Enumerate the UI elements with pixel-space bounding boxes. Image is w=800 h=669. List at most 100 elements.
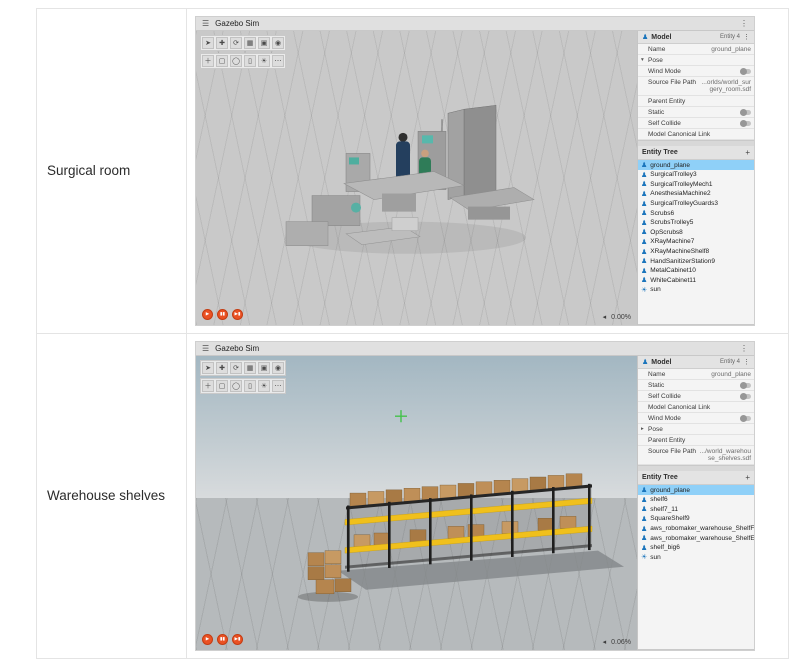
toolbar-row-shapes: ＋▢◯▯☀⋯ xyxy=(200,53,286,69)
toggle-switch[interactable] xyxy=(740,383,751,388)
add-shape-icon[interactable]: ＋ xyxy=(202,380,214,392)
property-row[interactable]: Parent Entity xyxy=(638,435,754,446)
chevron-left-icon[interactable]: ◂ xyxy=(603,638,607,646)
entity-tree-item[interactable]: ♟ XRayMachine7 xyxy=(638,237,754,247)
snap-grid-icon[interactable]: ▦ xyxy=(244,362,256,374)
rtf-value: 0.06% xyxy=(611,639,631,646)
entity-tree-item[interactable]: ♟ WhiteCabinet11 xyxy=(638,276,754,286)
entity-tree-title: Entity Tree xyxy=(642,474,678,481)
kebab-menu-icon[interactable]: ⋮ xyxy=(740,344,748,353)
pause-button[interactable]: ▮▮ xyxy=(217,634,228,645)
select-tool-icon[interactable]: ➤ xyxy=(202,37,214,49)
cylinder-shape-icon[interactable]: ▯ xyxy=(244,55,256,67)
property-row[interactable]: Static xyxy=(638,380,754,391)
entity-tree-item[interactable]: ☀ sun xyxy=(638,285,754,295)
property-row[interactable]: Self Collide xyxy=(638,391,754,402)
sphere-shape-icon[interactable]: ◯ xyxy=(230,380,242,392)
property-key: Name xyxy=(648,46,665,53)
kebab-menu-icon[interactable]: ⋮ xyxy=(743,33,750,41)
property-row[interactable]: Name ground_plane xyxy=(638,369,754,380)
property-key: Model Canonical Link xyxy=(648,404,710,411)
entity-tree-item[interactable]: ♟ ground_plane xyxy=(638,485,754,495)
property-row[interactable]: ▾ Pose xyxy=(638,55,754,66)
property-row[interactable]: Name ground_plane xyxy=(638,44,754,55)
entity-tree-item[interactable]: ♟ aws_robomaker_warehouse_ShelfF_013 xyxy=(638,524,754,534)
viewport-3d[interactable]: ➤✚⟳▦▣◉ ＋▢◯▯☀⋯ ▶▮▮▶▮ ◂ 0 xyxy=(196,31,637,325)
step-button[interactable]: ▶▮ xyxy=(232,634,243,645)
entity-tree-item[interactable]: ♟ XRayMachineShelf8 xyxy=(638,247,754,257)
rotate-tool-icon[interactable]: ⟳ xyxy=(230,362,242,374)
model-panel-title: Model xyxy=(651,34,671,41)
toggle-switch[interactable] xyxy=(740,394,751,399)
toggle-switch[interactable] xyxy=(740,110,751,115)
pause-button[interactable]: ▮▮ xyxy=(217,309,228,320)
entity-tree-item[interactable]: ♟ SurgicalTrolleyGuards3 xyxy=(638,199,754,209)
menu-icon[interactable]: ☰ xyxy=(202,19,209,28)
snap-grid-icon[interactable]: ▦ xyxy=(244,37,256,49)
kebab-menu-icon[interactable]: ⋮ xyxy=(743,358,750,366)
play-button[interactable]: ▶ xyxy=(202,309,213,320)
property-row[interactable]: Model Canonical Link xyxy=(638,402,754,413)
property-key: Source File Path xyxy=(648,79,696,86)
box-shape-icon[interactable]: ▢ xyxy=(216,380,228,392)
entity-icon: ♟ xyxy=(641,534,647,542)
video-record-icon[interactable]: ◉ xyxy=(272,362,284,374)
toggle-switch[interactable] xyxy=(740,416,751,421)
entity-tree-item[interactable]: ♟ SurgicalTrolley3 xyxy=(638,170,754,180)
property-row[interactable]: Static xyxy=(638,107,754,118)
more-tools-icon[interactable]: ⋯ xyxy=(272,380,284,392)
entity-tree-item[interactable]: ☀ sun xyxy=(638,553,754,563)
play-button[interactable]: ▶ xyxy=(202,634,213,645)
more-tools-icon[interactable]: ⋯ xyxy=(272,55,284,67)
entity-name: shelf7_11 xyxy=(650,506,678,513)
entity-tree-item[interactable]: ♟ OpScrubs8 xyxy=(638,228,754,238)
window-body: ➤✚⟳▦▣◉ ＋▢◯▯☀⋯ ▶▮▮▶▮ ◂ 0 xyxy=(196,31,754,325)
entity-tree-item[interactable]: ♟ SurgicalTrolleyMech1 xyxy=(638,180,754,190)
entity-tree-item[interactable]: ♟ Scrubs6 xyxy=(638,208,754,218)
entity-tree-item[interactable]: ♟ MetalCabinet10 xyxy=(638,266,754,276)
chevron-left-icon[interactable]: ◂ xyxy=(603,313,607,321)
entity-tree-item[interactable]: ♟ ScrubsTrolley5 xyxy=(638,218,754,228)
menu-icon[interactable]: ☰ xyxy=(202,344,209,353)
property-row[interactable]: Self Collide xyxy=(638,118,754,129)
entity-tree-item[interactable]: ♟ HandSanitizerStation9 xyxy=(638,256,754,266)
add-entity-icon[interactable]: + xyxy=(745,473,750,482)
entity-icon: ♟ xyxy=(641,171,647,179)
property-row[interactable]: Parent Entity xyxy=(638,96,754,107)
video-record-icon[interactable]: ◉ xyxy=(272,37,284,49)
viewport-toolbar: ➤✚⟳▦▣◉ ＋▢◯▯☀⋯ xyxy=(200,360,286,394)
screenshot-tool-icon[interactable]: ▣ xyxy=(258,362,270,374)
translate-tool-icon[interactable]: ✚ xyxy=(216,37,228,49)
entity-tree-item[interactable]: ♟ shelf_big6 xyxy=(638,543,754,553)
box-shape-icon[interactable]: ▢ xyxy=(216,55,228,67)
property-value: ...orlds/world_surgery_room.sdf xyxy=(698,79,751,94)
rotate-tool-icon[interactable]: ⟳ xyxy=(230,37,242,49)
property-row[interactable]: ▸ Pose xyxy=(638,424,754,435)
toggle-switch[interactable] xyxy=(740,69,751,74)
entity-name: sun xyxy=(650,554,660,561)
translate-tool-icon[interactable]: ✚ xyxy=(216,362,228,374)
sphere-shape-icon[interactable]: ◯ xyxy=(230,55,242,67)
entity-tree-item[interactable]: ♟ aws_robomaker_warehouse_ShelfE_014 xyxy=(638,533,754,543)
property-row[interactable]: Source File Path ...orlds/world_surgery_… xyxy=(638,77,754,96)
add-shape-icon[interactable]: ＋ xyxy=(202,55,214,67)
step-button[interactable]: ▶▮ xyxy=(232,309,243,320)
select-tool-icon[interactable]: ➤ xyxy=(202,362,214,374)
property-row[interactable]: Source File Path .../world_warehouse_she… xyxy=(638,446,754,465)
light-tool-icon[interactable]: ☀ xyxy=(258,380,270,392)
screenshot-tool-icon[interactable]: ▣ xyxy=(258,37,270,49)
entity-tree-item[interactable]: ♟ SquareShelf9 xyxy=(638,514,754,524)
light-tool-icon[interactable]: ☀ xyxy=(258,55,270,67)
entity-tree-item[interactable]: ♟ ground_plane xyxy=(638,160,754,170)
toggle-switch[interactable] xyxy=(740,121,751,126)
property-row[interactable]: Model Canonical Link xyxy=(638,129,754,140)
entity-tree-item[interactable]: ♟ shelf7_11 xyxy=(638,505,754,515)
property-row[interactable]: Wind Mode xyxy=(638,413,754,424)
add-entity-icon[interactable]: + xyxy=(745,148,750,157)
property-row[interactable]: Wind Mode xyxy=(638,66,754,77)
viewport-3d[interactable]: ➤✚⟳▦▣◉ ＋▢◯▯☀⋯ ▶▮▮▶▮ ◂ 0 xyxy=(196,356,637,650)
entity-tree-item[interactable]: ♟ shelf6 xyxy=(638,495,754,505)
kebab-menu-icon[interactable]: ⋮ xyxy=(740,19,748,28)
cylinder-shape-icon[interactable]: ▯ xyxy=(244,380,256,392)
entity-tree-item[interactable]: ♟ AnesthesiaMachine2 xyxy=(638,189,754,199)
